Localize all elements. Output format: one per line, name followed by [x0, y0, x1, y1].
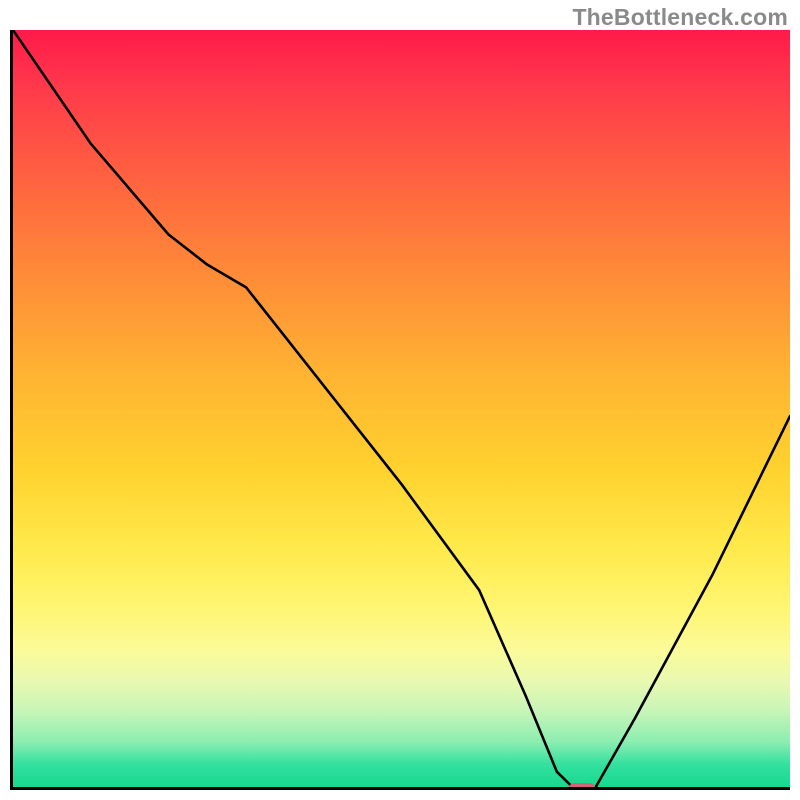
bottleneck-curve: [13, 30, 790, 787]
watermark-text: TheBottleneck.com: [572, 4, 788, 31]
curve-svg: [13, 30, 790, 787]
optimum-marker: [568, 783, 596, 790]
plot-area: [10, 30, 790, 790]
chart-container: TheBottleneck.com: [0, 0, 800, 800]
